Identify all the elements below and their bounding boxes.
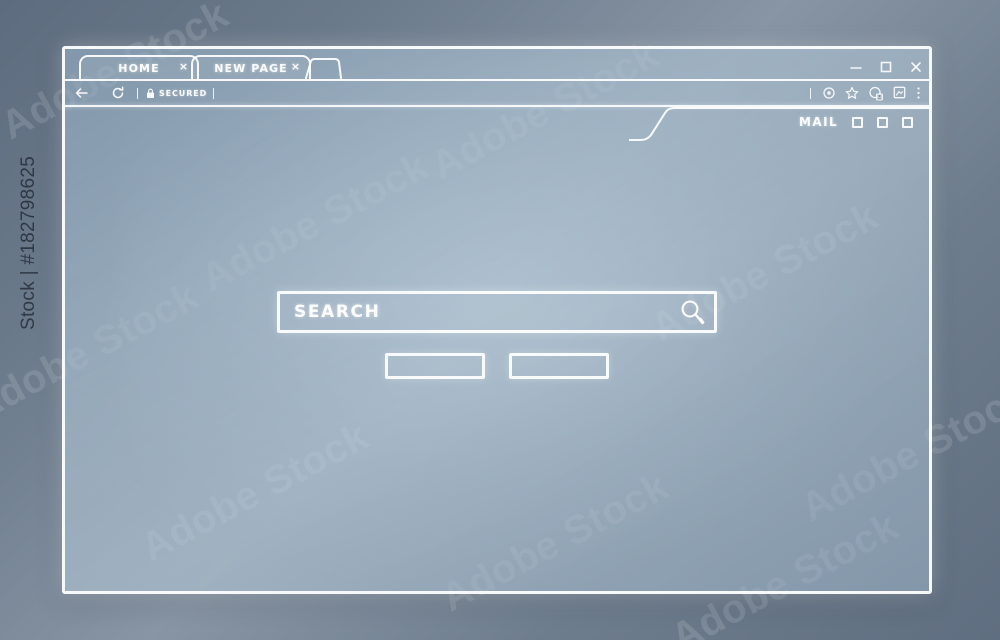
new-tab-icon[interactable] [305, 57, 345, 79]
toolbar-divider [137, 87, 138, 99]
account-search-icon[interactable] [868, 86, 884, 101]
apps-icon[interactable] [893, 86, 907, 100]
toolbar-right-divider [810, 87, 811, 99]
mail-box-2[interactable] [877, 116, 888, 128]
more-menu-icon[interactable] [916, 86, 921, 100]
search-input[interactable] [280, 294, 670, 330]
address-bar: SECURED [65, 79, 929, 105]
tab-home[interactable]: HOME × [79, 55, 199, 79]
lock-icon [144, 85, 156, 101]
window-controls [849, 56, 923, 78]
tab-close-icon[interactable]: × [290, 61, 301, 72]
toolbar-right-icons [810, 86, 929, 101]
reload-icon[interactable] [109, 85, 127, 101]
url-divider [213, 87, 215, 99]
magnifier-icon[interactable] [670, 294, 714, 330]
primary-action-button[interactable] [385, 353, 485, 379]
close-icon[interactable] [909, 60, 923, 74]
mail-bar: MAIL [65, 107, 929, 141]
search-box[interactable] [277, 291, 717, 333]
search-section [277, 291, 717, 379]
tab-strip: HOME × NEW PAGE × [65, 53, 929, 79]
secured-label: SECURED [159, 88, 208, 98]
star-icon[interactable] [845, 86, 859, 100]
watermark-stock-id: Stock | #182798625 [18, 155, 39, 330]
page-content [65, 141, 929, 591]
maximize-icon[interactable] [879, 60, 893, 74]
tab-label: NEW PAGE [214, 61, 288, 75]
minimize-icon[interactable] [849, 60, 863, 74]
back-arrow-icon[interactable] [73, 85, 91, 101]
mail-bar-contents: MAIL [799, 115, 913, 129]
mail-label[interactable]: MAIL [799, 115, 838, 129]
tab-new-page[interactable]: NEW PAGE × [191, 55, 311, 79]
browser-window: HOME × NEW PAGE × SECURED MAIL SEARCH [62, 46, 932, 594]
target-icon[interactable] [822, 86, 836, 100]
tab-close-icon[interactable]: × [178, 61, 189, 72]
tab-label: HOME [118, 61, 160, 75]
secondary-action-button[interactable] [509, 353, 609, 379]
action-button-row [277, 353, 717, 379]
mail-box-1[interactable] [852, 116, 863, 128]
mail-box-3[interactable] [902, 116, 913, 128]
screenshot-canvas: Adobe Stock Adobe Stock Adobe Stock Adob… [0, 0, 1000, 640]
url-input[interactable] [222, 84, 810, 102]
